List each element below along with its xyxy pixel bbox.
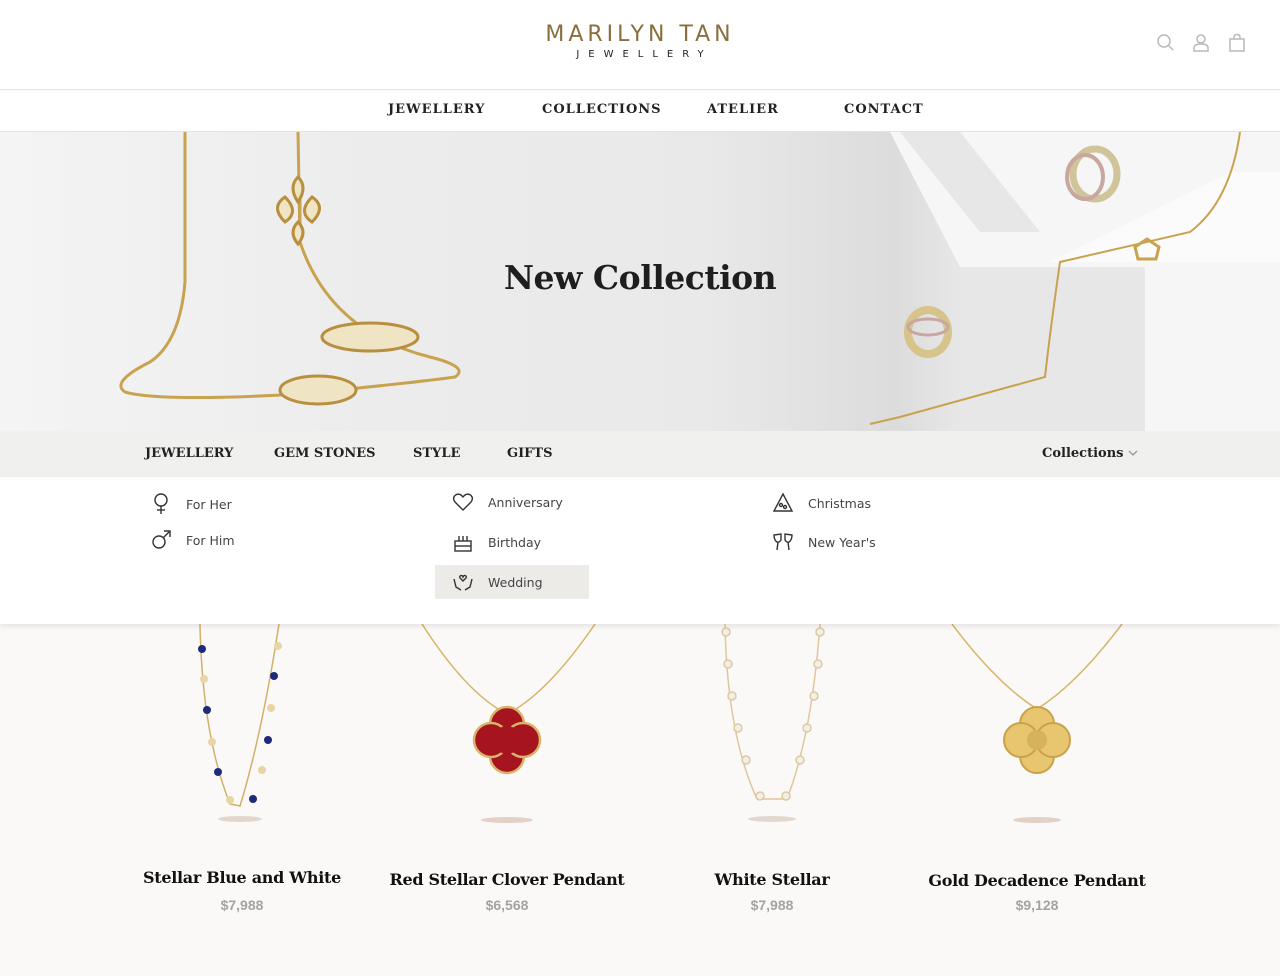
product-name[interactable]: White Stellar (642, 870, 902, 889)
product-card[interactable]: Gold Decadence Pendant $9,128 (907, 624, 1167, 976)
category-gem-stones[interactable]: GEM STONES (274, 446, 376, 461)
category-bar: JEWELLERY GEM STONES STYLE GIFTS Collect… (0, 431, 1280, 477)
collections-dropdown[interactable]: Collections (1042, 446, 1123, 461)
product-grid: Stellar Blue and White $7,988 Red Stella… (0, 624, 1280, 976)
product-name[interactable]: Red Stellar Clover Pendant (377, 870, 637, 889)
main-nav: JEWELLERY COLLECTIONS ATELIER CONTACT (0, 91, 1280, 132)
product-card[interactable]: Stellar Blue and White $7,988 (112, 624, 372, 976)
product-image (198, 624, 282, 822)
heart-icon (452, 493, 474, 511)
nav-contact[interactable]: CONTACT (844, 102, 924, 117)
category-style[interactable]: STYLE (413, 446, 460, 461)
product-price: $9,128 (1015, 897, 1059, 913)
menu-item-wedding[interactable]: Wedding (435, 565, 589, 599)
product-card[interactable]: Red Stellar Clover Pendant $6,568 (377, 624, 637, 976)
brand-name: MARILYN TAN (545, 22, 735, 47)
nav-collections[interactable]: COLLECTIONS (542, 102, 662, 117)
chevron-down-icon[interactable] (1128, 449, 1138, 457)
menu-item-for-her[interactable]: For Her (150, 487, 232, 521)
product-name[interactable]: Stellar Blue and White (112, 868, 372, 887)
search-icon[interactable] (1156, 33, 1174, 53)
hero-banner[interactable]: New Collection (0, 132, 1280, 431)
product-image (721, 624, 825, 822)
product-price: $7,988 (220, 897, 264, 913)
menu-item-new-year[interactable]: New Year's (772, 525, 876, 559)
brand-subtitle: JEWELLERY (576, 49, 713, 60)
menu-item-label: Wedding (488, 574, 543, 590)
category-gifts[interactable]: GIFTS (507, 446, 552, 461)
user-icon[interactable] (1192, 33, 1210, 53)
christmas-tree-icon (772, 492, 794, 512)
female-symbol-icon (154, 493, 168, 514)
male-symbol-icon (152, 530, 171, 549)
brand-logo[interactable]: MARILYN TAN JEWELLERY (0, 22, 1280, 62)
menu-item-christmas[interactable]: Christmas (772, 486, 871, 520)
menu-item-label: Anniversary (488, 494, 563, 510)
menu-item-birthday[interactable]: Birthday (452, 525, 541, 559)
menu-item-label: For Her (186, 496, 232, 512)
header-icons (1156, 33, 1246, 53)
menu-item-anniversary[interactable]: Anniversary (452, 485, 563, 519)
category-jewellery[interactable]: JEWELLERY (145, 446, 233, 461)
site-header: MARILYN TAN JEWELLERY (0, 0, 1280, 90)
nav-atelier[interactable]: ATELIER (707, 102, 779, 117)
product-image (951, 624, 1123, 823)
product-image (421, 624, 596, 823)
menu-item-for-him[interactable]: For Him (150, 523, 235, 557)
bag-icon[interactable] (1228, 33, 1246, 53)
product-price: $7,988 (750, 897, 794, 913)
product-name[interactable]: Gold Decadence Pendant (907, 871, 1167, 890)
product-price: $6,568 (485, 897, 529, 913)
hands-heart-icon (453, 574, 473, 591)
menu-item-label: Christmas (808, 495, 872, 511)
hero-title: New Collection (503, 258, 777, 297)
menu-item-label: For Him (186, 532, 235, 548)
menu-item-label: New Year's (808, 534, 876, 550)
cake-icon (454, 536, 472, 552)
menu-item-label: Birthday (488, 534, 542, 550)
champagne-glasses-icon (773, 533, 793, 551)
product-card[interactable]: White Stellar $7,988 (642, 624, 902, 976)
nav-jewellery[interactable]: JEWELLERY (388, 102, 485, 117)
gifts-dropdown-panel: For Her For Him Anniversary Birthday Wed… (0, 477, 1280, 624)
